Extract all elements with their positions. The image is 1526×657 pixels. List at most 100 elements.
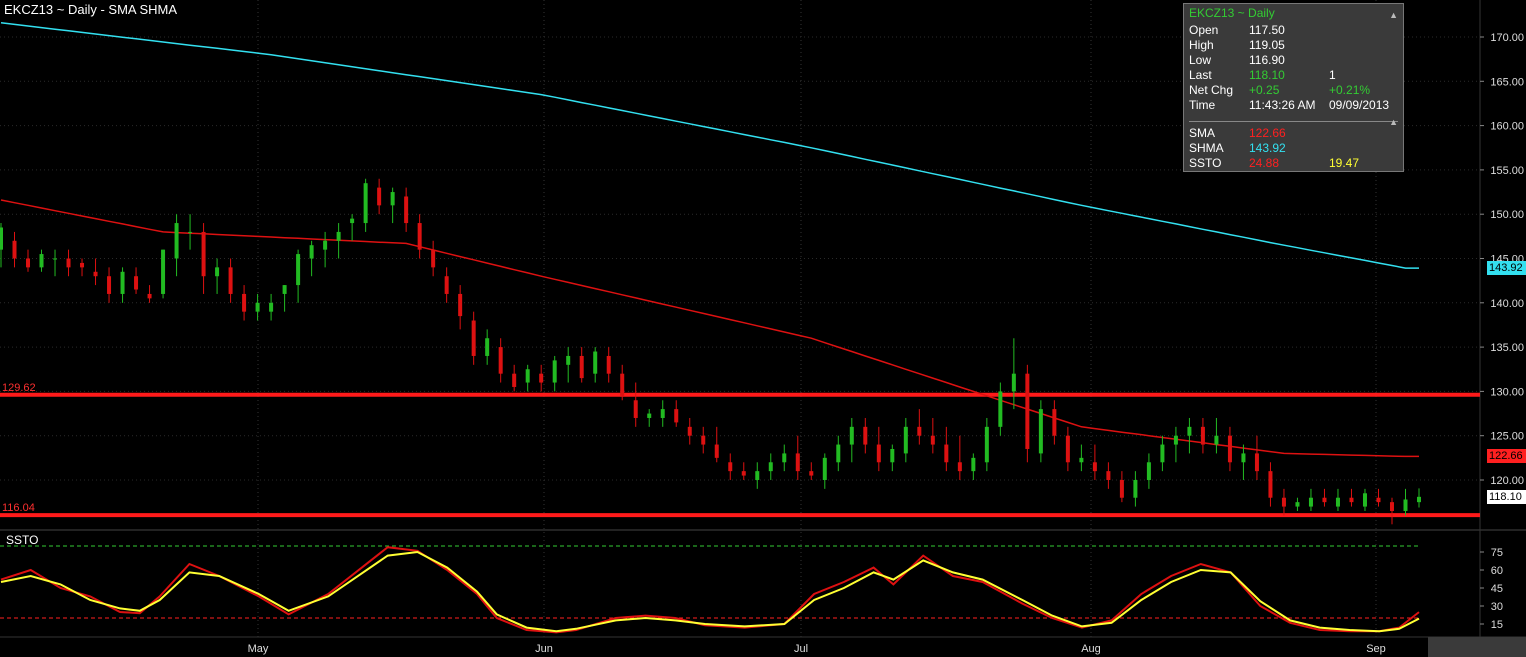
- data-window-value-2: +0.21%: [1329, 83, 1371, 97]
- scrollbar-thumb[interactable]: [1428, 637, 1526, 657]
- candle-body: [458, 293, 463, 317]
- data-window-label: SSTO: [1189, 156, 1222, 170]
- candle-body: [890, 448, 895, 463]
- candle-body: [930, 435, 935, 445]
- x-tick-label: Aug: [1081, 643, 1101, 655]
- data-window-value-2: 19.47: [1329, 156, 1360, 170]
- candle-body: [579, 355, 584, 379]
- candle-body: [296, 254, 301, 286]
- candle-body: [1052, 409, 1057, 436]
- candle-body: [161, 249, 166, 294]
- candle-body: [876, 444, 881, 463]
- y-tick-label: 155.00: [1490, 165, 1524, 177]
- candle-body: [984, 426, 989, 463]
- candle-body: [323, 240, 328, 250]
- y-tick-label: 130.00: [1490, 386, 1524, 398]
- collapse-up-icon[interactable]: ▲: [1389, 8, 1398, 23]
- data-window-row: High 119.05: [1189, 38, 1399, 53]
- candle-body: [39, 254, 44, 268]
- candle-body: [0, 227, 3, 250]
- ssto-k-line: [0, 546, 1420, 634]
- chart-title: EKCZ13 ~ Daily - SMA SHMA: [4, 2, 178, 17]
- candle-body: [863, 426, 868, 445]
- data-window-label: Open: [1189, 23, 1219, 37]
- candle-body: [1187, 426, 1192, 436]
- data-window-row: Time 11:43:26 AM 09/09/2013: [1189, 98, 1399, 113]
- candle-body: [822, 457, 827, 480]
- collapse-study-icon[interactable]: ▲: [1389, 115, 1398, 130]
- horizontal-line-label: 116.04: [2, 502, 35, 515]
- candle-body: [768, 462, 773, 472]
- candle-body: [1079, 457, 1084, 463]
- candle-body: [566, 355, 571, 365]
- candle-body: [1295, 502, 1300, 507]
- y-tick-label: 170.00: [1490, 32, 1524, 44]
- candle-body: [957, 462, 962, 472]
- candle-body: [1227, 435, 1232, 463]
- candle-body: [552, 360, 557, 383]
- data-window-value: 116.90: [1249, 53, 1285, 67]
- candle-body: [1362, 493, 1367, 507]
- candle-body: [120, 271, 125, 294]
- candle-body: [539, 373, 544, 383]
- candle-body: [1349, 497, 1354, 503]
- candle-body: [1065, 435, 1070, 463]
- candle-body: [1146, 462, 1151, 480]
- candle-body: [1403, 499, 1408, 512]
- candle-body: [606, 355, 611, 374]
- candle-body: [714, 444, 719, 458]
- ssto-d-line: [0, 550, 1420, 633]
- candle-body: [1281, 497, 1286, 507]
- candle-body: [687, 426, 692, 436]
- candle-body: [1335, 497, 1340, 507]
- candle-body: [633, 400, 638, 418]
- x-tick-label: May: [248, 643, 269, 655]
- candle-body: [728, 462, 733, 472]
- candle-body: [1254, 453, 1259, 472]
- data-window-label: High: [1189, 38, 1214, 52]
- y-tick-label: 140.00: [1490, 298, 1524, 310]
- candle-body: [647, 413, 652, 418]
- candle-body: [12, 240, 17, 259]
- x-tick-label: Sep: [1366, 643, 1386, 655]
- data-window-label: Time: [1189, 98, 1216, 112]
- data-window-row: SSTO 24.88 19.47: [1189, 156, 1399, 171]
- candle-body: [1092, 462, 1097, 472]
- candle-body: [782, 453, 787, 463]
- candle-body: [363, 183, 368, 224]
- candle-body: [1389, 502, 1394, 512]
- candle-body: [1011, 373, 1016, 392]
- data-window-value: 117.50: [1249, 23, 1285, 37]
- ssto-tick-label: 60: [1491, 565, 1503, 577]
- candle-body: [417, 223, 422, 250]
- data-window-label: SMA: [1189, 126, 1216, 140]
- data-window[interactable]: EKCZ13 ~ Daily ▲ Open 117.50 High 119.05 Low…: [1183, 3, 1404, 172]
- candle-body: [795, 453, 800, 472]
- candle-body: [188, 231, 193, 233]
- candle-body: [674, 409, 679, 423]
- y-tick-label: 165.00: [1490, 76, 1524, 88]
- data-window-value: 122.66: [1249, 126, 1286, 140]
- data-window-row: SHMA 143.92: [1189, 141, 1399, 156]
- data-window-value: 118.10: [1249, 68, 1285, 82]
- candle-body: [1106, 471, 1111, 480]
- ssto-tick-label: 75: [1491, 547, 1503, 559]
- candle-body: [377, 187, 382, 206]
- candle-body: [1241, 453, 1246, 463]
- data-window-value: 119.05: [1249, 38, 1285, 52]
- candle-body: [80, 262, 85, 268]
- candle-body: [809, 471, 814, 476]
- candle-body: [593, 351, 598, 374]
- candle-body: [944, 444, 949, 463]
- candle-body: [431, 249, 436, 268]
- ssto-tick-label: 30: [1491, 601, 1503, 613]
- candle-body: [66, 258, 71, 268]
- candle-body: [1417, 496, 1421, 503]
- candle-body: [255, 302, 260, 312]
- ssto-panel-title: SSTO: [6, 533, 39, 547]
- candle-body: [1308, 497, 1313, 507]
- data-window-value-2: 1: [1329, 68, 1336, 82]
- y-tick-label: 125.00: [1490, 431, 1524, 443]
- data-window-label: Net Chg: [1189, 83, 1234, 97]
- candle-body: [512, 373, 517, 387]
